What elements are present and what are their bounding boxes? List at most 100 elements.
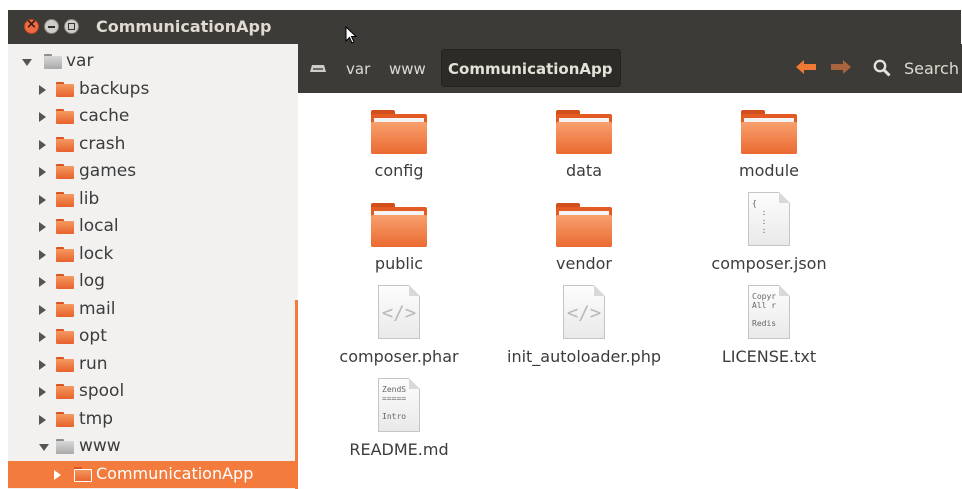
- folder-icon: [74, 466, 92, 482]
- close-icon[interactable]: [24, 17, 39, 34]
- breadcrumb-communicationapp[interactable]: CommunicationApp: [441, 49, 621, 87]
- expander-right-icon[interactable]: [39, 387, 46, 397]
- code-file-icon: </>: [563, 285, 605, 339]
- sidebar-item-spool[interactable]: spool: [8, 378, 295, 405]
- file-item-public[interactable]: public: [314, 186, 484, 276]
- expander-right-icon[interactable]: [39, 332, 46, 342]
- file-item-composer-phar[interactable]: </> composer.phar: [314, 279, 484, 369]
- forward-arrow-icon[interactable]: [830, 58, 852, 76]
- sidebar-item-tmp[interactable]: tmp: [8, 406, 295, 433]
- file-name: data: [565, 161, 603, 180]
- file-name: README.md: [349, 440, 449, 459]
- file-name: init_autoloader.php: [507, 347, 661, 366]
- expander-right-icon[interactable]: [39, 222, 46, 232]
- breadcrumb-var[interactable]: var: [346, 60, 370, 78]
- drive-icon[interactable]: [310, 62, 326, 73]
- sidebar-item-label: cache: [79, 106, 130, 126]
- sidebar-item-crash[interactable]: crash: [8, 131, 295, 158]
- sidebar-item-run[interactable]: run: [8, 351, 295, 378]
- file-item-config[interactable]: config: [314, 93, 484, 183]
- expander-right-icon[interactable]: [39, 249, 46, 260]
- expander-right-icon[interactable]: [39, 112, 46, 122]
- sidebar-item-www[interactable]: www: [8, 433, 295, 460]
- sidebar-item-label: run: [79, 353, 108, 374]
- file-name: vendor: [556, 254, 612, 273]
- sidebar-item-games[interactable]: games: [8, 158, 295, 185]
- folder-icon: [56, 246, 74, 262]
- expander-right-icon[interactable]: [39, 277, 46, 287]
- expander-right-icon[interactable]: [39, 194, 46, 205]
- file-item-composer-json[interactable]: { : : : composer.json: [684, 186, 854, 276]
- search-button[interactable]: Search: [904, 59, 959, 78]
- expander-right-icon[interactable]: [39, 359, 46, 370]
- text-file-icon: ZendS ===== Intro: [378, 378, 420, 432]
- folder-icon: [56, 191, 74, 207]
- expander-down-icon[interactable]: [39, 444, 49, 451]
- sidebar-tree: var backups cache crash games lib local lock log…: [8, 44, 298, 489]
- file-name: LICENSE.txt: [721, 347, 817, 366]
- sidebar-item-communicationapp[interactable]: CommunicationApp: [8, 460, 295, 488]
- sidebar-item-mail[interactable]: mail: [8, 296, 295, 323]
- file-name: composer.phar: [339, 347, 459, 366]
- code-file-icon: </>: [378, 285, 420, 339]
- file-name: module: [739, 161, 799, 180]
- folder-icon: [44, 54, 62, 69]
- sidebar-item-local[interactable]: local: [8, 213, 295, 240]
- file-item-readme-md[interactable]: ZendS ===== Intro README.md: [314, 372, 484, 462]
- minimize-icon[interactable]: [44, 19, 59, 34]
- expander-right-icon[interactable]: [39, 139, 46, 150]
- file-name: config: [374, 161, 424, 180]
- text-file-icon: { : : :: [748, 192, 790, 246]
- sidebar-item-opt[interactable]: opt: [8, 323, 295, 350]
- sidebar-item-label: games: [79, 161, 137, 181]
- file-item-data[interactable]: data: [499, 93, 669, 183]
- file-item-module[interactable]: module: [684, 93, 854, 183]
- folder-icon: [56, 356, 74, 372]
- folder-icon: [371, 203, 427, 247]
- expander-down-icon[interactable]: [22, 59, 32, 66]
- title-bar: CommunicationApp: [8, 10, 961, 44]
- search-icon[interactable]: [873, 59, 891, 77]
- text-file-icon: Copyr All r Redis: [748, 285, 790, 339]
- window-title: CommunicationApp: [96, 17, 272, 36]
- expander-right-icon[interactable]: [39, 414, 46, 425]
- sidebar-item-label: backups: [79, 78, 150, 99]
- sidebar-item-label: spool: [79, 381, 125, 401]
- mouse-cursor-icon: [345, 26, 357, 44]
- folder-icon: [56, 219, 74, 234]
- sidebar-item-label: lock: [79, 243, 114, 264]
- file-item-init-autoloader-php[interactable]: </> init_autoloader.php: [499, 279, 669, 369]
- folder-icon: [56, 439, 74, 454]
- maximize-icon[interactable]: [64, 19, 79, 34]
- sidebar-item-label: opt: [79, 326, 107, 346]
- folder-icon: [56, 384, 74, 399]
- file-item-license-txt[interactable]: Copyr All r Redis LICENSE.txt: [684, 279, 854, 369]
- back-arrow-icon[interactable]: [795, 58, 817, 76]
- sidebar-item-log[interactable]: log: [8, 268, 295, 295]
- sidebar-item-label: crash: [79, 133, 126, 154]
- sidebar-item-label: var: [66, 51, 94, 71]
- expander-right-icon[interactable]: [39, 167, 46, 177]
- sidebar-item-label: mail: [79, 298, 116, 319]
- sidebar-item-label: local: [79, 216, 119, 236]
- sidebar-item-backups[interactable]: backups: [8, 76, 295, 103]
- folder-icon: [556, 203, 612, 247]
- sidebar-item-lock[interactable]: lock: [8, 241, 295, 268]
- sidebar-item-label: tmp: [79, 408, 114, 429]
- sidebar-item-lib[interactable]: lib: [8, 186, 295, 213]
- folder-icon: [741, 110, 797, 154]
- folder-icon: [56, 164, 74, 179]
- expander-right-icon[interactable]: [54, 469, 61, 480]
- folder-icon: [56, 109, 74, 124]
- folder-icon: [56, 329, 74, 344]
- expander-right-icon[interactable]: [39, 84, 46, 95]
- folder-icon: [56, 301, 74, 317]
- sidebar-item-var[interactable]: var: [8, 48, 295, 75]
- file-name: composer.json: [711, 254, 827, 273]
- expander-right-icon[interactable]: [39, 304, 46, 315]
- folder-icon: [371, 110, 427, 154]
- breadcrumb-www[interactable]: www: [389, 60, 426, 78]
- sidebar-item-cache[interactable]: cache: [8, 103, 295, 130]
- file-item-vendor[interactable]: vendor: [499, 186, 669, 276]
- folder-icon: [56, 81, 74, 97]
